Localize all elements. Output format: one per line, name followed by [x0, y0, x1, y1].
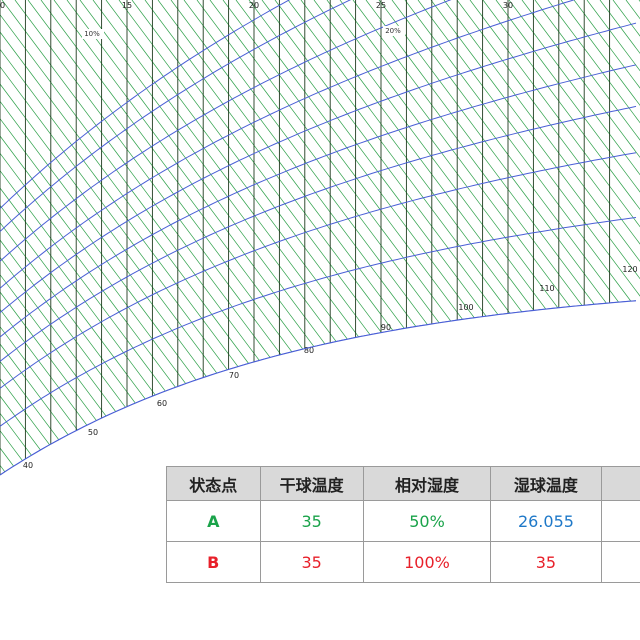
x-tick-label: 20 [249, 1, 259, 10]
header-state-point: 状态点 [166, 466, 261, 501]
table-header-row: 状态点 干球温度 相对湿度 湿球温度 [166, 466, 640, 501]
header-relative-humidity: 相对湿度 [362, 466, 492, 501]
table-row: B 35 100% 35 [166, 541, 640, 583]
header-truncated [600, 466, 640, 501]
row-b-rh: 100% [362, 541, 492, 583]
row-b-truncated [600, 541, 640, 583]
row-a-wet-bulb: 26.055 [490, 500, 602, 542]
row-b-point: B [166, 541, 261, 583]
row-a-rh: 50% [362, 500, 492, 542]
row-a-truncated [600, 500, 640, 542]
table-row: A 35 50% 26.055 [166, 500, 640, 542]
header-wet-bulb: 湿球温度 [490, 466, 602, 501]
enthalpy-label: 120 [622, 265, 637, 274]
enthalpy-label: 40 [23, 461, 33, 470]
enthalpy-label: 50 [88, 428, 98, 437]
rh-label: 10% [84, 30, 100, 38]
header-dry-bulb: 干球温度 [259, 466, 364, 501]
state-point-table: 状态点 干球温度 相对湿度 湿球温度 A 35 50% 26.055 B 35 … [166, 466, 640, 583]
row-b-dry-bulb: 35 [259, 541, 364, 583]
enthalpy-label: 110 [539, 284, 554, 293]
row-a-dry-bulb: 35 [259, 500, 364, 542]
x-tick-label: 25 [376, 1, 386, 10]
row-a-point: A [166, 500, 261, 542]
x-tick-label: 30 [503, 1, 513, 10]
enthalpy-label: 70 [229, 371, 239, 380]
x-tick-label: 15 [122, 1, 132, 10]
enthalpy-label: 60 [157, 399, 167, 408]
enthalpy-label: 100 [458, 303, 473, 312]
row-b-wet-bulb: 35 [490, 541, 602, 583]
rh-label: 20% [385, 27, 401, 35]
x-tick-label: 10 [0, 1, 5, 10]
